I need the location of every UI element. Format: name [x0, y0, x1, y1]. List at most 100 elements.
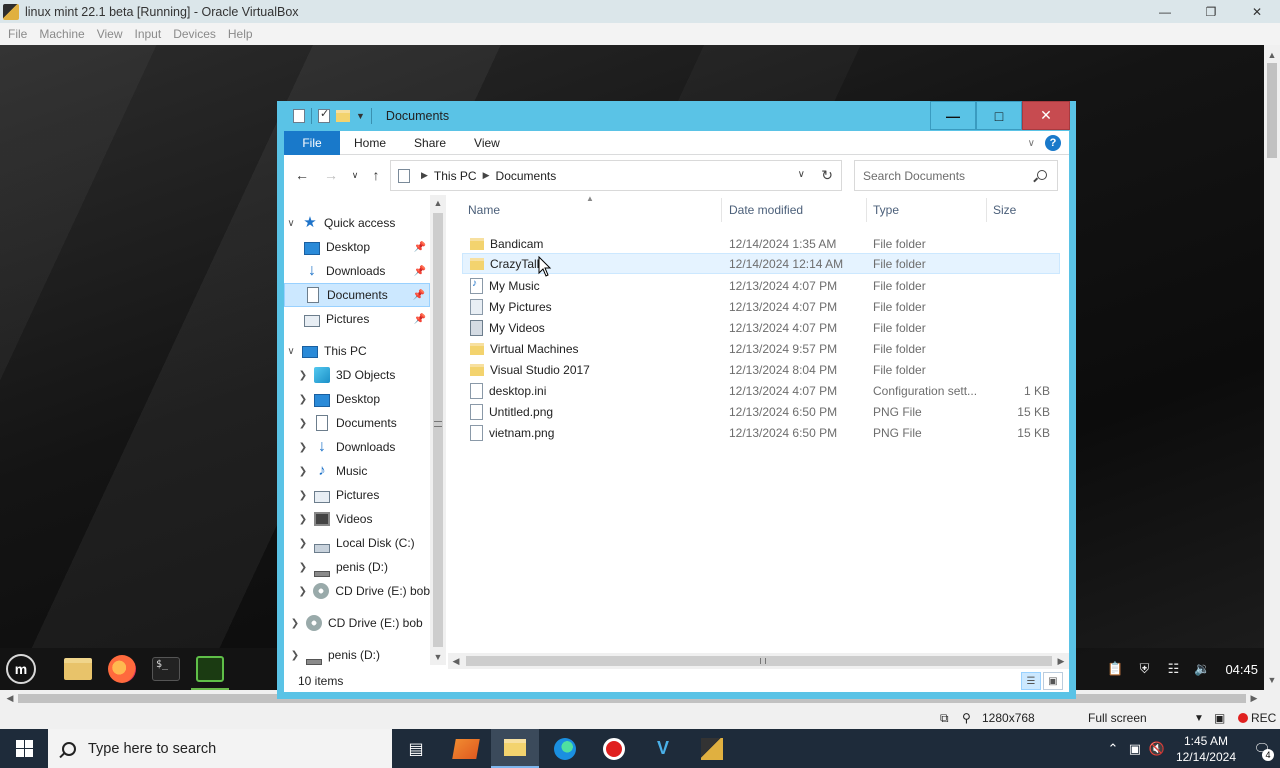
search-input[interactable] [863, 168, 1033, 183]
file-row-bandicam[interactable]: Bandicam 12/14/2024 1:35 AM File folder [462, 233, 1060, 254]
chevron-down-icon[interactable]: ∨ [798, 169, 805, 180]
tab-share[interactable]: Share [400, 131, 460, 155]
new-folder-icon[interactable] [336, 110, 350, 122]
view-mode-label[interactable]: Full screen [1088, 707, 1147, 729]
magnifier-icon[interactable]: ⚲ [962, 707, 971, 729]
notifications-button[interactable]: 🗨 4 [1244, 741, 1280, 761]
scale-icon[interactable]: ⧉ [940, 707, 949, 729]
nav-cd-drive-e[interactable]: ❯ CD Drive (E:) bob [284, 579, 430, 603]
file-row-visual-studio-2017[interactable]: Visual Studio 2017 12/13/2024 8:04 PM Fi… [462, 359, 1060, 380]
nav-desktop[interactable]: Desktop 📌 [284, 235, 430, 259]
panel-firefox-button[interactable] [105, 652, 139, 686]
nav-pc-desktop[interactable]: ❯ Desktop [284, 387, 430, 411]
nav-local-disk-c[interactable]: ❯ Local Disk (C:) [284, 531, 430, 555]
vbox-menu-machine[interactable]: Machine [33, 27, 90, 41]
nav-music[interactable]: ❯ ♪ Music [284, 459, 430, 483]
nav-this-pc[interactable]: ∨ This PC [284, 339, 430, 363]
nav-videos[interactable]: ❯ Videos [284, 507, 430, 531]
vbox-menu-devices[interactable]: Devices [167, 27, 222, 41]
taskbar-app-edge[interactable] [541, 729, 589, 768]
chevron-down-icon[interactable]: ∨ [284, 218, 298, 229]
search-box[interactable] [854, 160, 1058, 191]
chevron-up-icon[interactable]: ⌃ [1102, 741, 1124, 757]
nav-pictures[interactable]: Pictures 📌 [284, 307, 430, 331]
minimize-button[interactable]: — [930, 101, 976, 130]
taskbar-app-visual-studio[interactable]: V [639, 729, 687, 768]
vbox-restore-button[interactable]: ❐ [1188, 0, 1234, 23]
file-list-horizontal-scrollbar[interactable]: ◀ ▶ [448, 653, 1069, 669]
details-view-icon[interactable]: ☰ [1021, 672, 1041, 690]
column-type[interactable]: Type [867, 198, 987, 222]
taskbar-app-virtualbox-manager[interactable] [442, 729, 490, 768]
scroll-thumb[interactable] [1267, 63, 1277, 158]
scroll-left-icon[interactable]: ◀ [448, 653, 464, 669]
chevron-right-icon[interactable]: ❯ [296, 418, 310, 429]
chevron-right-icon[interactable]: ❯ [296, 514, 310, 525]
chevron-right-icon[interactable]: ❯ [296, 466, 310, 477]
clipboard-icon[interactable]: 📋 [1107, 661, 1123, 677]
nav-pc-documents[interactable]: ❯ Documents [284, 411, 430, 435]
mint-clock[interactable]: 04:45 [1225, 662, 1258, 677]
column-date-modified[interactable]: Date modified [723, 198, 867, 222]
file-row-vietnam-png[interactable]: vietnam.png 12/13/2024 6:50 PM PNG File … [462, 422, 1060, 443]
chevron-right-icon[interactable]: ❯ [296, 538, 310, 549]
nav-3d-objects[interactable]: ❯ 3D Objects [284, 363, 430, 387]
scroll-down-icon[interactable]: ▼ [430, 649, 446, 665]
file-row-my-music[interactable]: My Music 12/13/2024 4:07 PM File folder [462, 275, 1060, 296]
large-icons-view-icon[interactable]: ▣ [1043, 672, 1063, 690]
nav-quick-access[interactable]: ∨ ★ Quick access [284, 211, 430, 235]
chevron-right-icon[interactable]: ❯ [296, 490, 310, 501]
chevron-down-icon[interactable]: ∨ [284, 346, 298, 357]
scroll-right-icon[interactable]: ▶ [1053, 653, 1069, 669]
vbox-menu-view[interactable]: View [91, 27, 129, 41]
nav-drive-d-root[interactable]: ❯ penis (D:) [284, 643, 430, 665]
volume-icon[interactable]: 🔉 [1194, 661, 1210, 677]
panel-vbox-button[interactable] [193, 652, 227, 686]
chevron-right-icon[interactable]: ❯ [296, 370, 310, 381]
vbox-vertical-scrollbar[interactable]: ▲ ▼ [1264, 45, 1280, 690]
tab-view[interactable]: View [460, 131, 514, 155]
vbox-menu-help[interactable]: Help [222, 27, 259, 41]
record-indicator[interactable]: REC [1238, 707, 1276, 729]
explorer-title-bar[interactable]: ▼ Documents — □ ✕ [277, 101, 1076, 131]
start-button[interactable] [0, 729, 48, 768]
scroll-thumb[interactable] [466, 656, 1052, 666]
chevron-right-icon[interactable]: ❯ [296, 586, 309, 597]
vbox-menu-input[interactable]: Input [129, 27, 168, 41]
column-size[interactable]: Size [987, 198, 1067, 222]
shield-icon[interactable]: ⛨ [1136, 661, 1152, 677]
vbox-menu-file[interactable]: File [2, 27, 33, 41]
file-row-desktop-ini[interactable]: desktop.ini 12/13/2024 4:07 PM Configura… [462, 380, 1060, 401]
refresh-icon[interactable]: ↻ [821, 167, 833, 184]
scroll-up-icon[interactable]: ▲ [1264, 47, 1280, 63]
chevron-right-icon[interactable]: ❯ [296, 562, 310, 573]
nav-pc-downloads[interactable]: ❯ ↓ Downloads [284, 435, 430, 459]
checkmark-icon[interactable] [318, 107, 330, 123]
panel-terminal-button[interactable]: $_ [149, 652, 183, 686]
file-row-untitled-png[interactable]: Untitled.png 12/13/2024 6:50 PM PNG File… [462, 401, 1060, 422]
mint-menu-button[interactable]: m [4, 652, 38, 686]
taskbar-clock[interactable]: 1:45 AM 12/14/2024 [1168, 733, 1244, 765]
chevron-right-icon[interactable]: ❯ [288, 618, 302, 629]
back-button[interactable]: ← [294, 167, 310, 183]
address-bar[interactable]: ▶ This PC ▶ Documents ∨ ↻ [390, 160, 842, 191]
task-view-button[interactable]: ▤ [392, 729, 440, 768]
file-row-my-videos[interactable]: My Videos 12/13/2024 4:07 PM File folder [462, 317, 1060, 338]
properties-icon[interactable] [293, 109, 305, 123]
chevron-down-icon[interactable]: ▼ [1194, 707, 1204, 729]
scroll-right-icon[interactable]: ▶ [1246, 690, 1262, 707]
column-name[interactable]: Name [462, 198, 722, 222]
panel-files-button[interactable] [61, 652, 95, 686]
chevron-down-icon[interactable]: ▼ [356, 111, 365, 121]
tab-home[interactable]: Home [340, 131, 400, 155]
up-button[interactable]: ↑ [368, 167, 384, 183]
tab-file[interactable]: File [284, 130, 340, 155]
nav-cd-drive-e-root[interactable]: ❯ CD Drive (E:) bob [284, 611, 430, 635]
search-icon[interactable] [1037, 170, 1047, 180]
chevron-right-icon[interactable]: ❯ [296, 442, 310, 453]
camera-icon[interactable]: ▣ [1214, 707, 1225, 729]
close-button[interactable]: ✕ [1022, 101, 1070, 130]
scroll-left-icon[interactable]: ◀ [2, 690, 18, 707]
taskbar-app-recorder[interactable] [590, 729, 638, 768]
chevron-right-icon[interactable]: ▶ [421, 170, 428, 181]
